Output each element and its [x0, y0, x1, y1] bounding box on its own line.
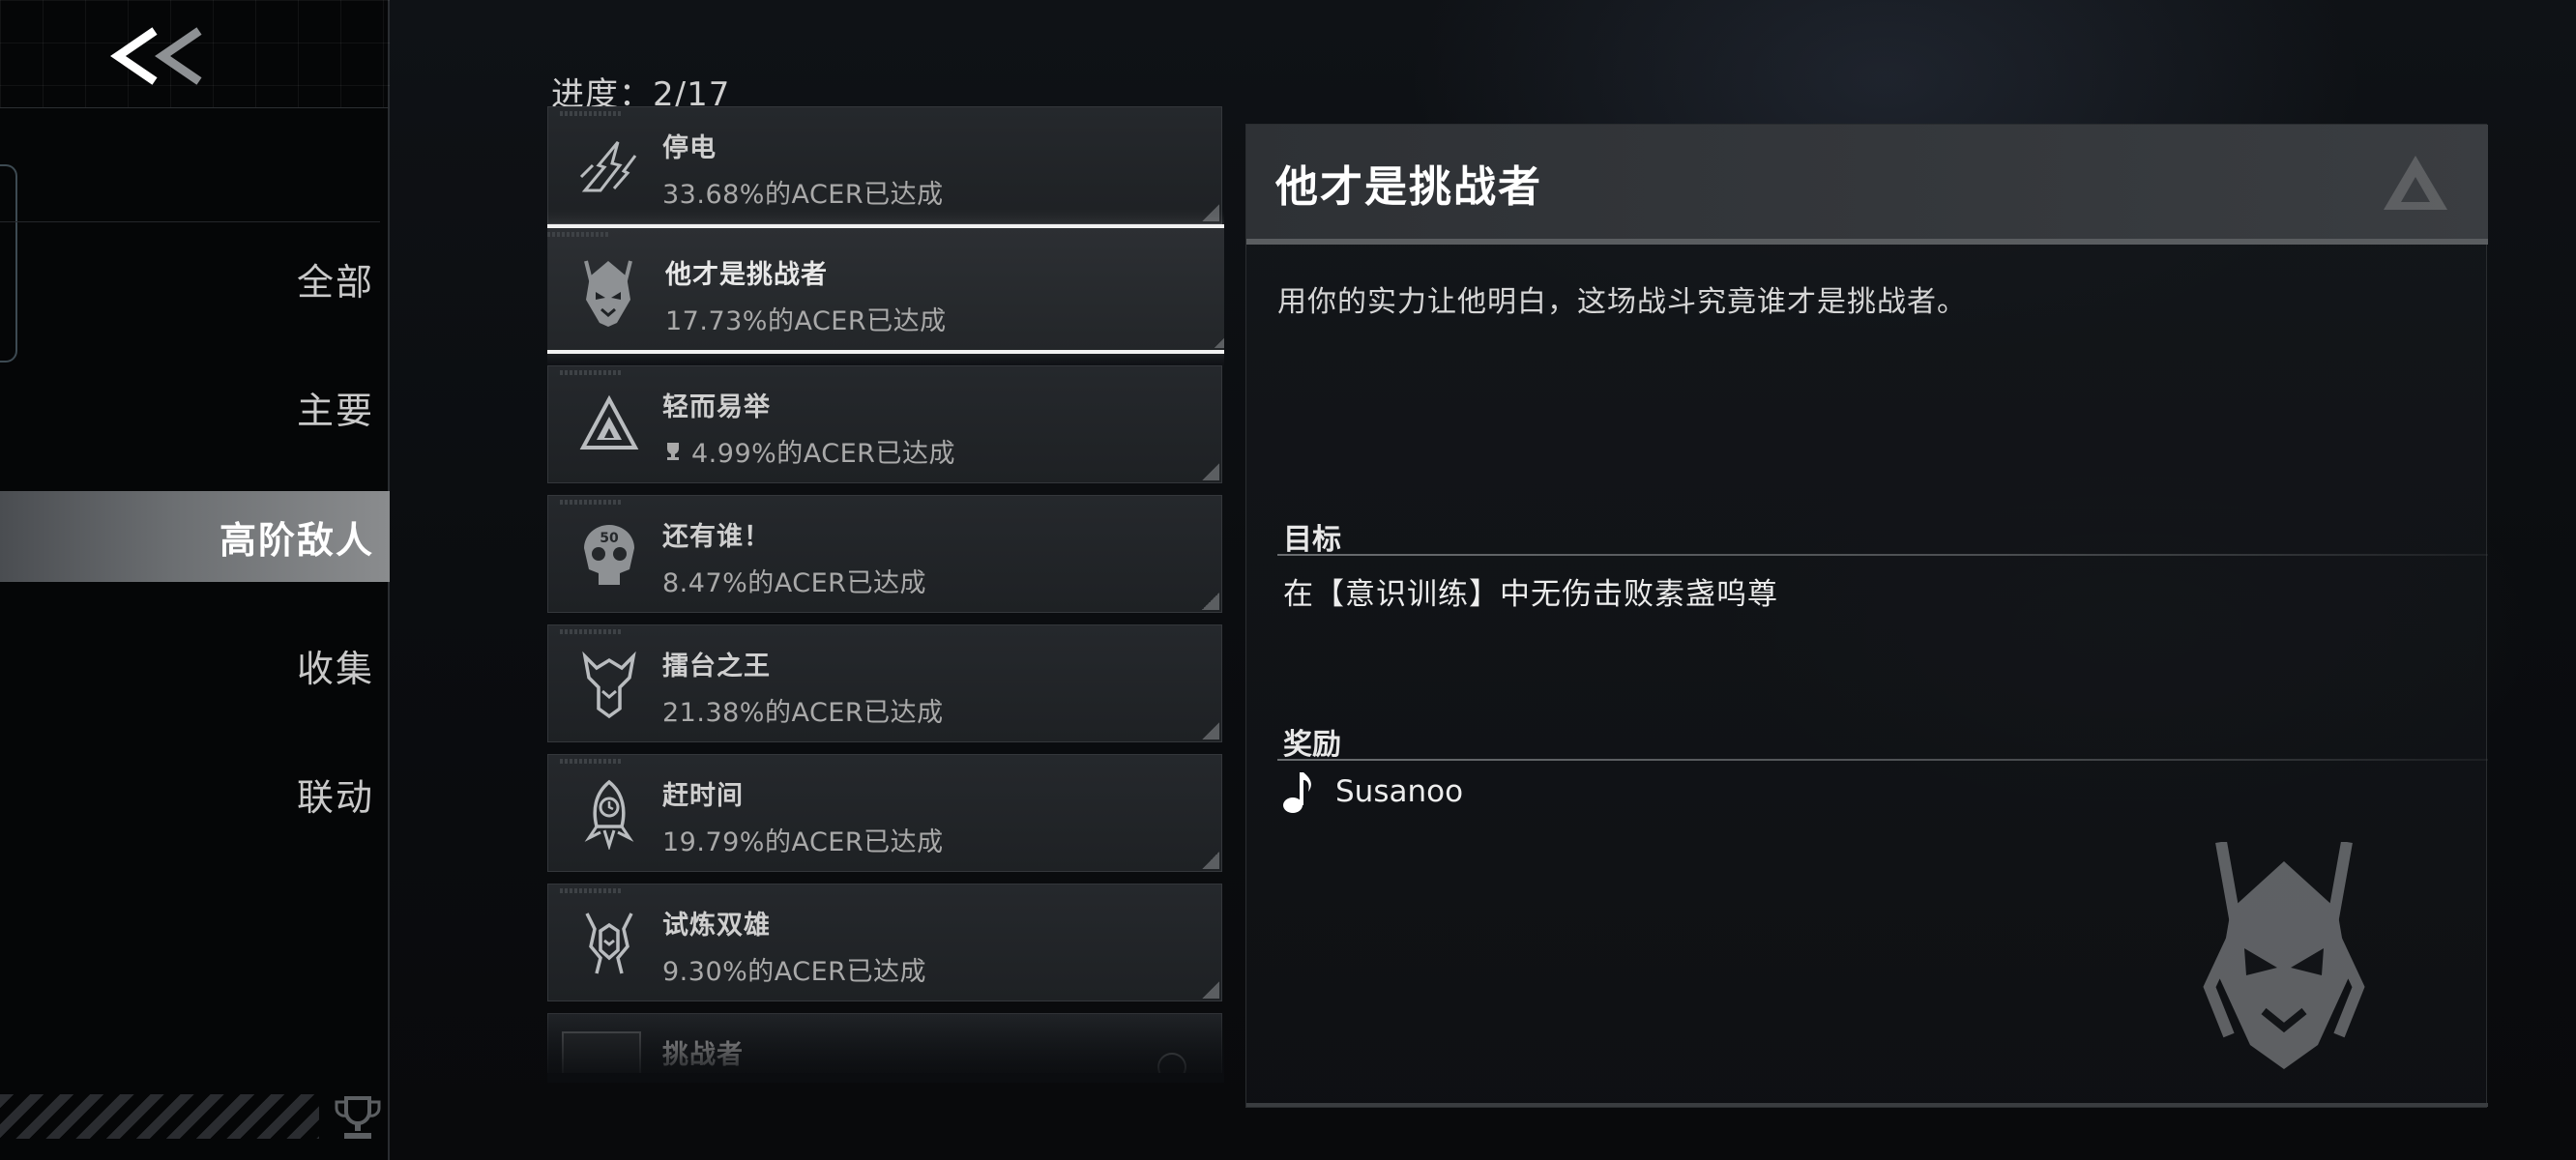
locked-icon [562, 1031, 641, 1073]
goal-label: 目标 [1283, 523, 1341, 557]
achievement-item[interactable]: 擂台之王 21.38%的ACER已达成 [547, 624, 1222, 742]
achievement-rate: 8.47%的ACER已达成 [662, 568, 926, 598]
achievement-name: 赶时间 [662, 781, 744, 811]
achievement-rate: 19.79%的ACER已达成 [662, 827, 944, 857]
item-tag-decoration [560, 759, 622, 764]
nav-item-label: 主要 [296, 389, 374, 432]
achievement-list[interactable]: 停电 33.68%的ACER已达成 他才是挑战者 17.73%的ACER已达成 [547, 106, 1224, 1073]
achievement-item[interactable]: 停电 33.68%的ACER已达成 [547, 106, 1222, 224]
achievement-item[interactable]: 50 还有谁！ 8.47%的ACER已达成 [547, 495, 1222, 613]
nav-item-collab[interactable]: 联动 [0, 749, 390, 838]
achievement-name: 试炼双雄 [662, 911, 771, 941]
item-tag-decoration [560, 370, 622, 375]
small-trophy-icon [667, 442, 679, 460]
sidebar-stripe-decoration [0, 1094, 319, 1139]
corner-decoration [1202, 852, 1219, 869]
item-tag-decoration [547, 232, 609, 237]
corner-decoration [1202, 593, 1219, 610]
achievement-rate: 33.68%的ACER已达成 [662, 180, 944, 210]
rocket-clock-icon [566, 770, 653, 857]
achievement-name: 轻而易举 [662, 392, 771, 422]
detail-header: 他才是挑战者 [1246, 125, 2488, 245]
svg-text:50: 50 [600, 531, 619, 546]
achievement-item[interactable]: 试炼双雄 9.30%的ACER已达成 [547, 884, 1222, 1001]
nav-item-elite-enemies[interactable]: 高阶敌人 [0, 491, 390, 582]
nav-item-collection[interactable]: 收集 [0, 621, 390, 710]
goal-text: 在【意识训练】中无伤击败素盏呜尊 [1283, 577, 1778, 612]
crowned-beast-icon [566, 641, 653, 728]
sidebar: 全部 主要 高阶敌人 收集 联动 [0, 0, 390, 1160]
nav-item-main[interactable]: 主要 [0, 362, 390, 451]
achievement-name: 擂台之王 [662, 652, 771, 682]
achievement-rate: 9.30%的ACER已达成 [662, 957, 926, 987]
demon-mask-icon [565, 249, 652, 336]
achievement-rate: 17.73%的ACER已达成 [665, 306, 947, 336]
achievement-rate: 4.99%的ACER已达成 [662, 432, 955, 470]
nav-item-label: 收集 [296, 647, 374, 690]
back-button[interactable] [104, 25, 211, 87]
achievement-detail-panel: 他才是挑战者 用你的实力让他明白，这场战斗究竟谁才是挑战者。 目标 在【意识训练… [1245, 124, 2488, 1108]
nav-item-label: 联动 [296, 775, 374, 819]
reward-divider [1277, 759, 2488, 761]
achievement-name: 还有谁！ [662, 522, 771, 552]
corner-decoration [1202, 204, 1219, 221]
demon-mask-emblem-icon [2203, 842, 2365, 1069]
lightning-claw-icon [566, 123, 653, 210]
unchecked-circle-icon [1157, 1053, 1186, 1073]
music-note-icon [1283, 772, 1311, 813]
achievement-name: 停电 [662, 133, 717, 163]
detail-bottom-border [1246, 1103, 2488, 1107]
brand-logo-icon [2384, 156, 2447, 210]
nav-item-all[interactable]: 全部 [0, 234, 390, 323]
corner-decoration [1215, 331, 1224, 348]
detail-description: 用你的实力让他明白，这场战斗究竟谁才是挑战者。 [1277, 285, 1967, 319]
achievement-item[interactable]: 轻而易举 4.99%的ACER已达成 [547, 365, 1222, 483]
corner-decoration [1202, 463, 1219, 480]
achievements-screen: 全部 主要 高阶敌人 收集 联动 进度：2/17 停电 33.68%的ACER已… [0, 0, 2576, 1160]
goal-divider [1277, 554, 2488, 556]
item-tag-decoration [560, 111, 622, 116]
reward-item: Susanoo [1281, 768, 1463, 815]
triangle-emblem-icon [566, 382, 653, 469]
achievement-name: 他才是挑战者 [665, 260, 828, 290]
achievement-item[interactable]: 赶时间 19.79%的ACER已达成 [547, 754, 1222, 872]
double-chevron-left-icon [110, 27, 202, 85]
reward-label: 奖励 [1283, 728, 1341, 762]
detail-title: 他才是挑战者 [1275, 162, 1542, 212]
nav-item-label: 全部 [296, 260, 374, 304]
corner-decoration [1202, 722, 1219, 740]
reward-name: Susanoo [1335, 774, 1464, 809]
item-tag-decoration [560, 500, 622, 505]
skull-50-icon: 50 [566, 511, 653, 598]
achievement-item-locked[interactable]: 挑战者 [547, 1013, 1222, 1073]
trophy-icon [335, 1096, 381, 1139]
sidebar-divider [0, 221, 380, 222]
item-tag-decoration [560, 629, 622, 634]
achievement-name: 挑战者 [662, 1040, 744, 1070]
achievement-item-selected[interactable]: 他才是挑战者 17.73%的ACER已达成 [547, 224, 1224, 354]
twin-mask-icon [566, 900, 653, 987]
achievement-rate: 21.38%的ACER已达成 [662, 698, 944, 728]
corner-decoration [1202, 981, 1219, 999]
nav-item-label: 高阶敌人 [219, 518, 374, 562]
item-tag-decoration [560, 888, 622, 893]
